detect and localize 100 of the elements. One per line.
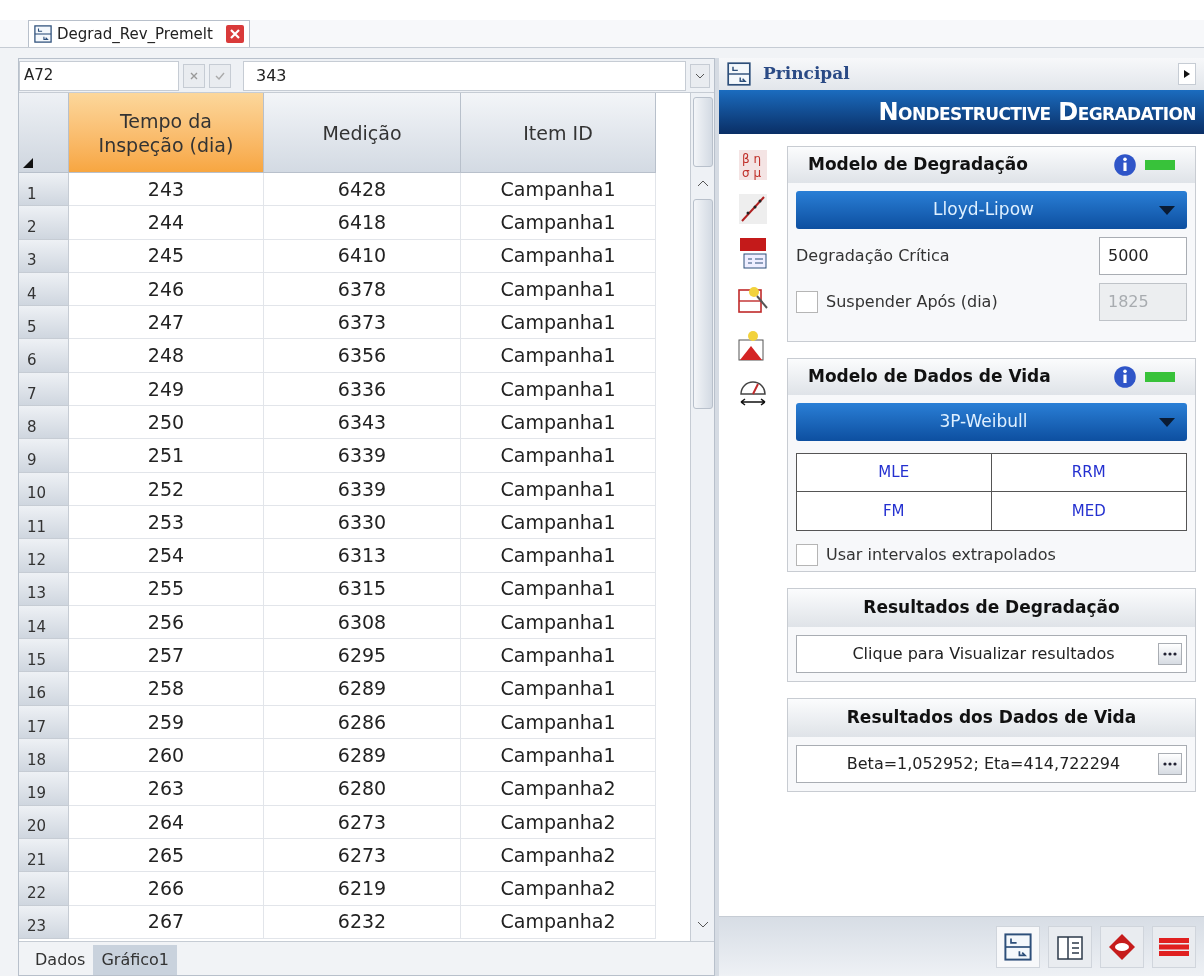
toolbar-button[interactable] xyxy=(996,925,1040,968)
table-cell: Campanha1 xyxy=(461,439,656,473)
ellipsis-button[interactable] xyxy=(1158,753,1182,775)
table-cell: Campanha1 xyxy=(461,539,656,573)
result-field[interactable]: Beta=1,052952; Eta=414,722294 xyxy=(796,745,1187,783)
document-tab[interactable]: Degrad_Rev_Premelt xyxy=(28,20,250,47)
column-header[interactable]: Medição xyxy=(264,93,461,173)
row-header[interactable]: 12 xyxy=(19,539,69,573)
row-header[interactable]: 18 xyxy=(19,739,69,773)
table-cell: Campanha1 xyxy=(461,472,656,506)
row-header[interactable]: 7 xyxy=(19,372,69,407)
toolbar-button[interactable] xyxy=(1048,925,1092,968)
table-cell: 263 xyxy=(69,772,264,806)
method-button[interactable]: RRM xyxy=(991,454,1186,492)
cell-reference-field[interactable]: A72 xyxy=(19,60,179,91)
table-cell: Campanha2 xyxy=(461,772,656,806)
ellipsis-button[interactable] xyxy=(1158,643,1182,665)
stripes-icon xyxy=(1159,937,1189,956)
table-cell: 266 xyxy=(69,872,264,906)
row-header[interactable]: 20 xyxy=(19,805,69,839)
table-cell: 6273 xyxy=(264,838,461,873)
table-cell: Campanha2 xyxy=(461,872,656,906)
dropdown-caret-icon xyxy=(1159,417,1175,427)
critical-value-field[interactable]: 5000 xyxy=(1099,237,1187,275)
row-header[interactable]: 13 xyxy=(19,572,69,606)
sheet-tab[interactable]: Gráfico1 xyxy=(93,945,178,975)
qcp-icon[interactable] xyxy=(738,238,768,270)
row-header[interactable]: 9 xyxy=(19,439,69,473)
scatter-line-icon[interactable] xyxy=(739,194,767,224)
scrollbar-thumb[interactable] xyxy=(692,199,713,409)
checkbox-label: Suspender Após (dia) xyxy=(826,291,999,313)
table-cell: 267 xyxy=(69,905,264,939)
table-cell: 6289 xyxy=(264,739,461,773)
row-header[interactable]: 17 xyxy=(19,705,69,740)
table-cell: Campanha1 xyxy=(461,206,656,240)
row-header[interactable]: 8 xyxy=(19,406,69,440)
table-cell: 255 xyxy=(69,572,264,606)
table-cell: Campanha1 xyxy=(461,272,656,307)
table-cell: 245 xyxy=(69,239,264,273)
row-header[interactable]: 5 xyxy=(19,306,69,340)
info-icon[interactable] xyxy=(1113,365,1137,389)
method-button[interactable]: MED xyxy=(991,492,1186,530)
row-header[interactable]: 10 xyxy=(19,472,69,506)
table-cell: 6410 xyxy=(264,239,461,273)
row-header[interactable]: 15 xyxy=(19,639,69,673)
model-dropdown[interactable]: Lloyd-Lipow xyxy=(796,191,1187,229)
table-cell: 6339 xyxy=(264,472,461,506)
section-title: Resultados dos Dados de Vida xyxy=(846,706,1137,730)
table-cell: 257 xyxy=(69,639,264,673)
table-cell: 6280 xyxy=(264,772,461,806)
table-cell: 6308 xyxy=(264,605,461,640)
scroll-up-icon[interactable] xyxy=(696,179,709,187)
row-header[interactable]: 2 xyxy=(19,206,69,240)
scroll-down-icon[interactable] xyxy=(696,921,709,929)
panel-title: Principal xyxy=(763,62,851,86)
table-cell: 6315 xyxy=(264,572,461,606)
result-field[interactable]: Clique para Visualizar resultados xyxy=(796,635,1187,673)
table-cell: 6273 xyxy=(264,805,461,839)
formula-field[interactable]: 343 xyxy=(243,60,686,91)
close-icon[interactable] xyxy=(224,24,245,44)
checkbox[interactable] xyxy=(796,544,818,566)
row-header[interactable]: 22 xyxy=(19,872,69,906)
split-view-icon xyxy=(33,25,53,43)
section-title: Modelo de Dados de Vida xyxy=(808,365,1052,389)
table-cell: 6428 xyxy=(264,173,461,207)
column-header[interactable]: Item ID xyxy=(461,93,656,173)
table-cell: 250 xyxy=(69,406,264,440)
toolbar-button[interactable] xyxy=(1152,925,1196,968)
method-button[interactable]: MLE xyxy=(797,454,992,492)
scrollbar-thumb[interactable] xyxy=(692,97,713,167)
row-header[interactable]: 1 xyxy=(19,173,69,207)
column-header[interactable]: Tempo da Inspeção (dia) xyxy=(69,93,264,173)
table-cell: 6219 xyxy=(264,872,461,906)
status-bar-icon xyxy=(1145,160,1175,170)
row-header[interactable]: 19 xyxy=(19,772,69,806)
collapse-button[interactable] xyxy=(1178,63,1196,85)
table-cell: 6418 xyxy=(264,206,461,240)
corner-triangle-icon xyxy=(23,158,33,168)
row-header[interactable]: 21 xyxy=(19,838,69,873)
row-header[interactable]: 3 xyxy=(19,239,69,273)
toolbar-button[interactable] xyxy=(1100,925,1144,968)
split-star-icon[interactable] xyxy=(737,284,769,316)
row-header[interactable]: 6 xyxy=(19,339,69,373)
row-header[interactable]: 14 xyxy=(19,605,69,640)
ellipsis-icon xyxy=(1163,652,1177,656)
method-button[interactable]: FM xyxy=(797,492,992,530)
greek-symbols-icon[interactable]: β η σ μ xyxy=(739,150,767,180)
table-cell: Campanha1 xyxy=(461,639,656,673)
row-header[interactable]: 23 xyxy=(19,905,69,939)
checkbox[interactable] xyxy=(796,291,818,313)
table-cell: 256 xyxy=(69,605,264,640)
table-cell: 249 xyxy=(69,372,264,407)
row-header[interactable]: 4 xyxy=(19,272,69,307)
table-cell: 253 xyxy=(69,505,264,540)
model-dropdown[interactable]: 3P-Weibull xyxy=(796,403,1187,441)
chevron-down-icon xyxy=(695,72,705,79)
checkmark-icon xyxy=(215,71,225,80)
row-header[interactable]: 16 xyxy=(19,672,69,706)
info-icon[interactable] xyxy=(1113,153,1137,177)
row-header[interactable]: 11 xyxy=(19,505,69,540)
